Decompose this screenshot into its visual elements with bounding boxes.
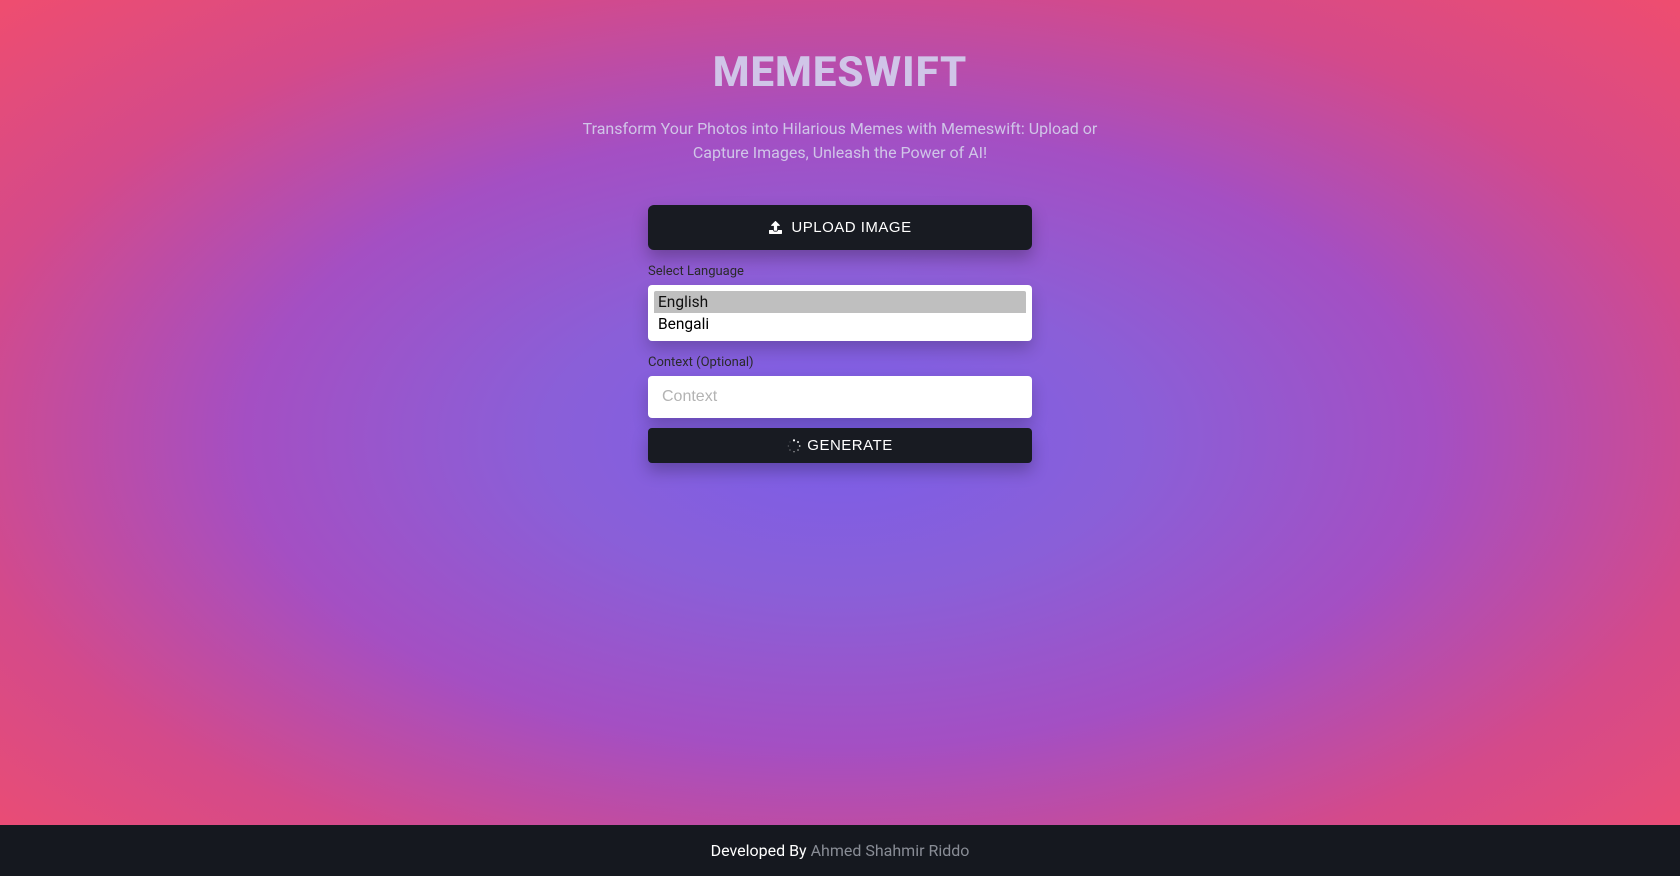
language-option-bengali[interactable]: Bengali <box>654 313 1026 335</box>
language-select-wrapper: English Bengali <box>648 285 1032 341</box>
form-container: UPLOAD IMAGE Select Language English Ben… <box>648 205 1032 463</box>
generate-button-label: GENERATE <box>807 437 892 454</box>
footer-author-link[interactable]: Ahmed Shahmir Riddo <box>811 841 970 860</box>
context-label: Context (Optional) <box>648 355 1032 370</box>
upload-icon <box>768 221 783 234</box>
footer-prefix: Developed By <box>711 841 811 860</box>
page-subtitle: Transform Your Photos into Hilarious Mem… <box>580 117 1100 165</box>
language-select[interactable]: English Bengali <box>654 291 1026 335</box>
main-container: MEMESWIFT Transform Your Photos into Hil… <box>0 0 1680 825</box>
upload-button-label: UPLOAD IMAGE <box>791 219 911 236</box>
upload-image-button[interactable]: UPLOAD IMAGE <box>648 205 1032 250</box>
context-input[interactable] <box>648 376 1032 418</box>
footer: Developed By Ahmed Shahmir Riddo <box>0 825 1680 876</box>
generate-button[interactable]: GENERATE <box>648 428 1032 463</box>
spinner-icon <box>787 439 801 453</box>
language-label: Select Language <box>648 264 1032 279</box>
language-option-english[interactable]: English <box>654 291 1026 313</box>
page-title: MEMESWIFT <box>713 48 968 97</box>
